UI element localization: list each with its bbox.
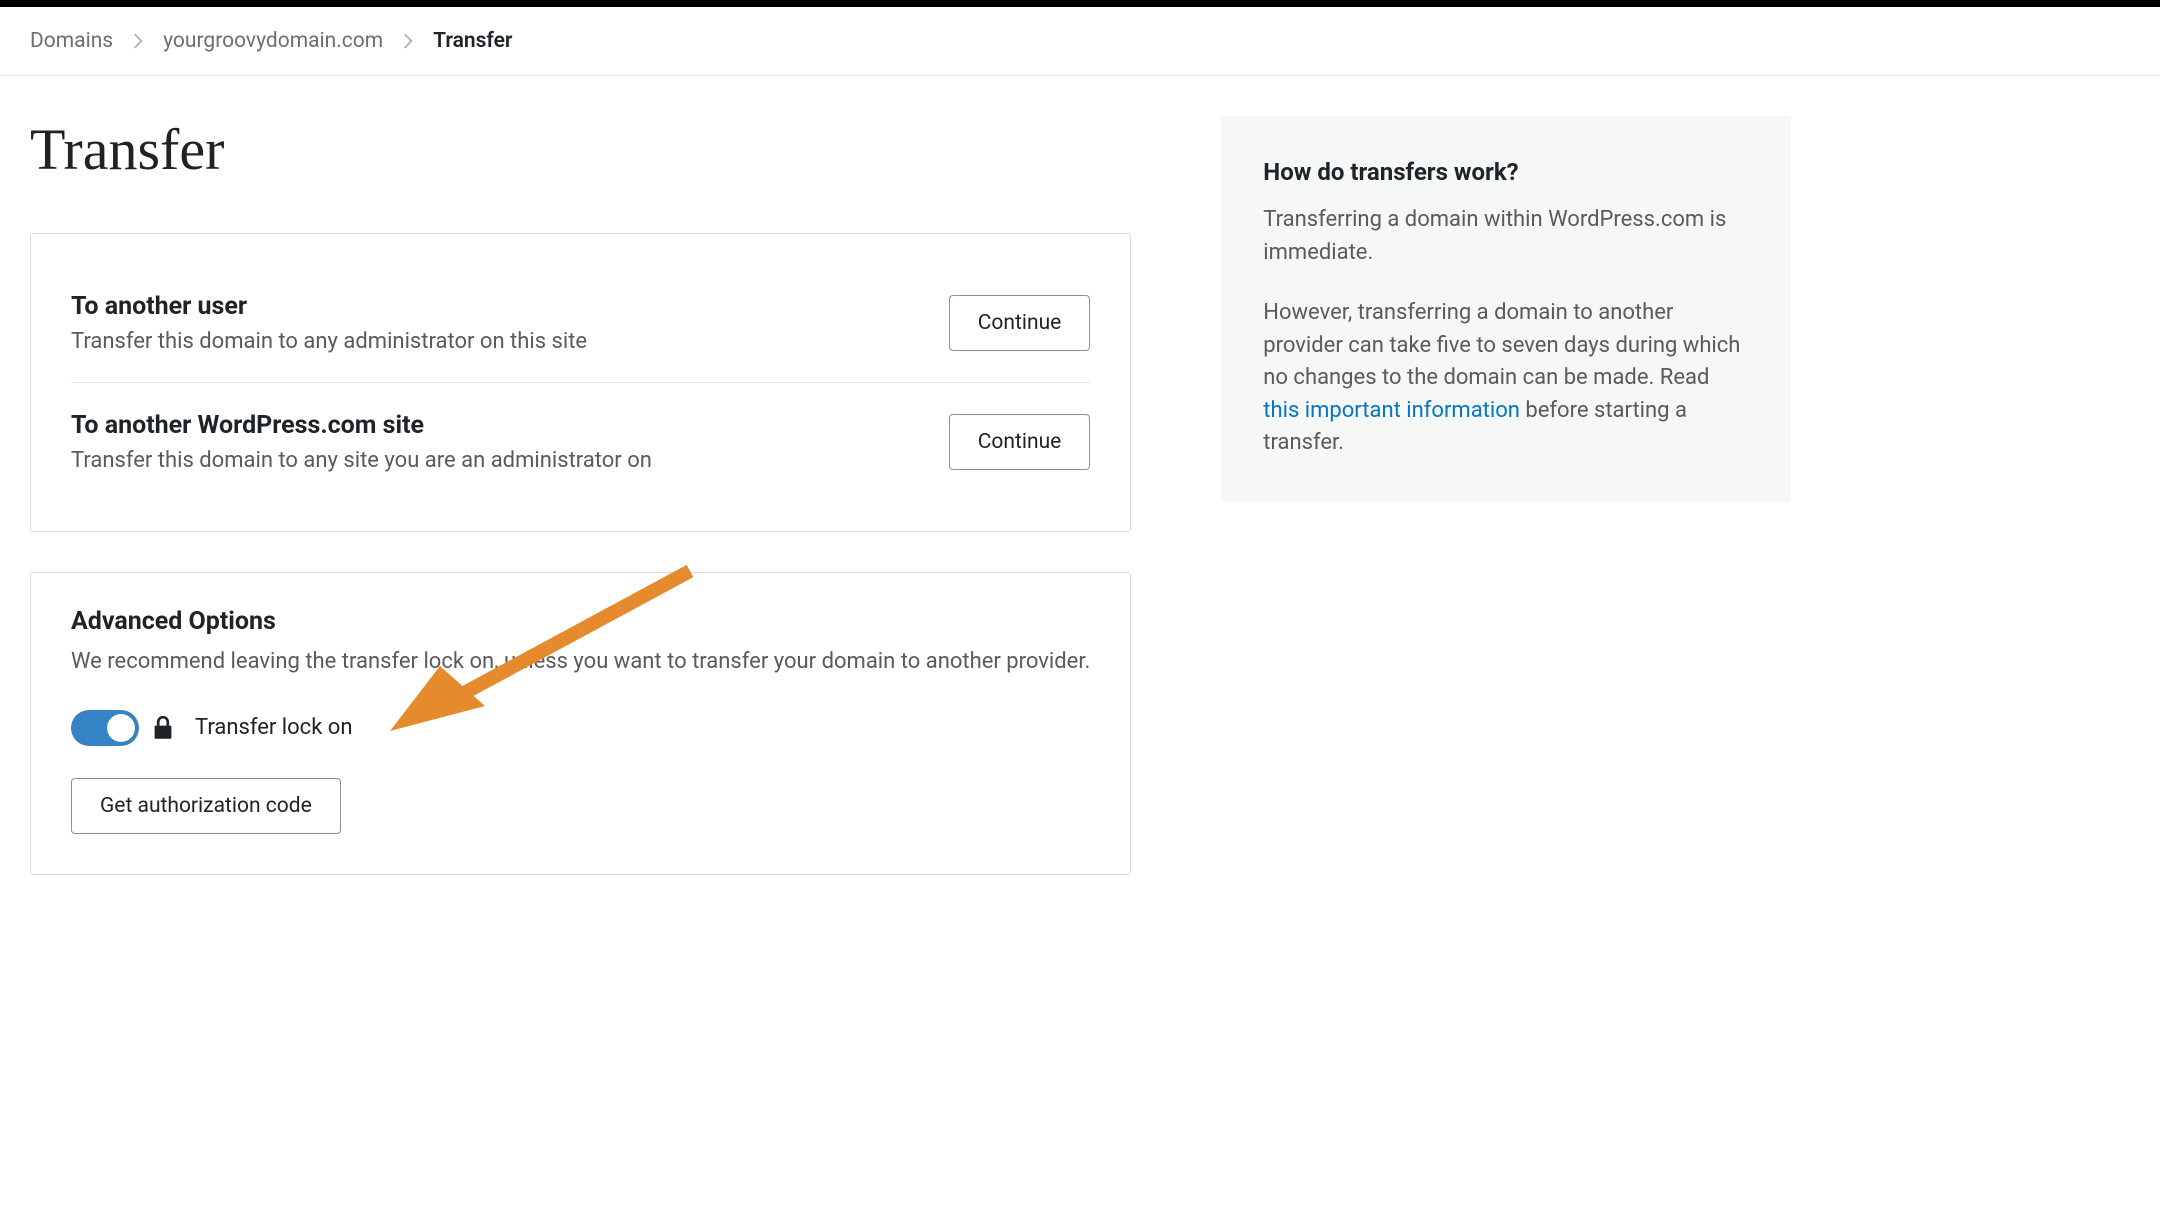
important-information-link[interactable]: this important information bbox=[1263, 398, 1520, 423]
transfer-to-user-row: To another user Transfer this domain to … bbox=[71, 264, 1090, 382]
transfer-to-site-title: To another WordPress.com site bbox=[71, 411, 949, 440]
breadcrumb-domain-name[interactable]: yourgroovydomain.com bbox=[163, 29, 383, 53]
info-sidebar: How do transfers work? Transferring a do… bbox=[1221, 116, 1791, 502]
transfer-to-user-desc: Transfer this domain to any administrato… bbox=[71, 329, 949, 354]
chevron-right-icon bbox=[403, 33, 413, 49]
get-authorization-code-button[interactable]: Get authorization code bbox=[71, 778, 341, 834]
transfer-card: To another user Transfer this domain to … bbox=[30, 233, 1131, 532]
top-bar bbox=[0, 0, 2160, 7]
info-p2-text-a: However, transferring a domain to anothe… bbox=[1263, 300, 1740, 390]
transfer-lock-toggle[interactable] bbox=[71, 710, 139, 746]
info-paragraph-1: Transferring a domain within WordPress.c… bbox=[1263, 204, 1749, 269]
transfer-to-user-title: To another user bbox=[71, 292, 949, 321]
lock-icon bbox=[153, 716, 173, 740]
transfer-to-site-row: To another WordPress.com site Transfer t… bbox=[71, 382, 1090, 501]
advanced-options-desc: We recommend leaving the transfer lock o… bbox=[71, 646, 1090, 678]
main-content: Transfer To another user Transfer this d… bbox=[30, 116, 1131, 875]
transfer-lock-row: Transfer lock on bbox=[71, 710, 1090, 746]
chevron-right-icon bbox=[133, 33, 143, 49]
transfer-to-site-desc: Transfer this domain to any site you are… bbox=[71, 448, 949, 473]
info-paragraph-2: However, transferring a domain to anothe… bbox=[1263, 297, 1749, 460]
advanced-options-title: Advanced Options bbox=[71, 607, 1090, 636]
transfer-lock-label: Transfer lock on bbox=[195, 715, 353, 740]
breadcrumb: Domains yourgroovydomain.com Transfer bbox=[0, 7, 2160, 76]
info-box: How do transfers work? Transferring a do… bbox=[1221, 116, 1791, 502]
continue-site-button[interactable]: Continue bbox=[949, 414, 1091, 470]
breadcrumb-current: Transfer bbox=[433, 29, 512, 53]
advanced-options-card: Advanced Options We recommend leaving th… bbox=[30, 572, 1131, 875]
info-title: How do transfers work? bbox=[1263, 158, 1749, 186]
breadcrumb-domains[interactable]: Domains bbox=[30, 29, 113, 53]
page-title: Transfer bbox=[30, 116, 1131, 183]
continue-user-button[interactable]: Continue bbox=[949, 295, 1091, 351]
